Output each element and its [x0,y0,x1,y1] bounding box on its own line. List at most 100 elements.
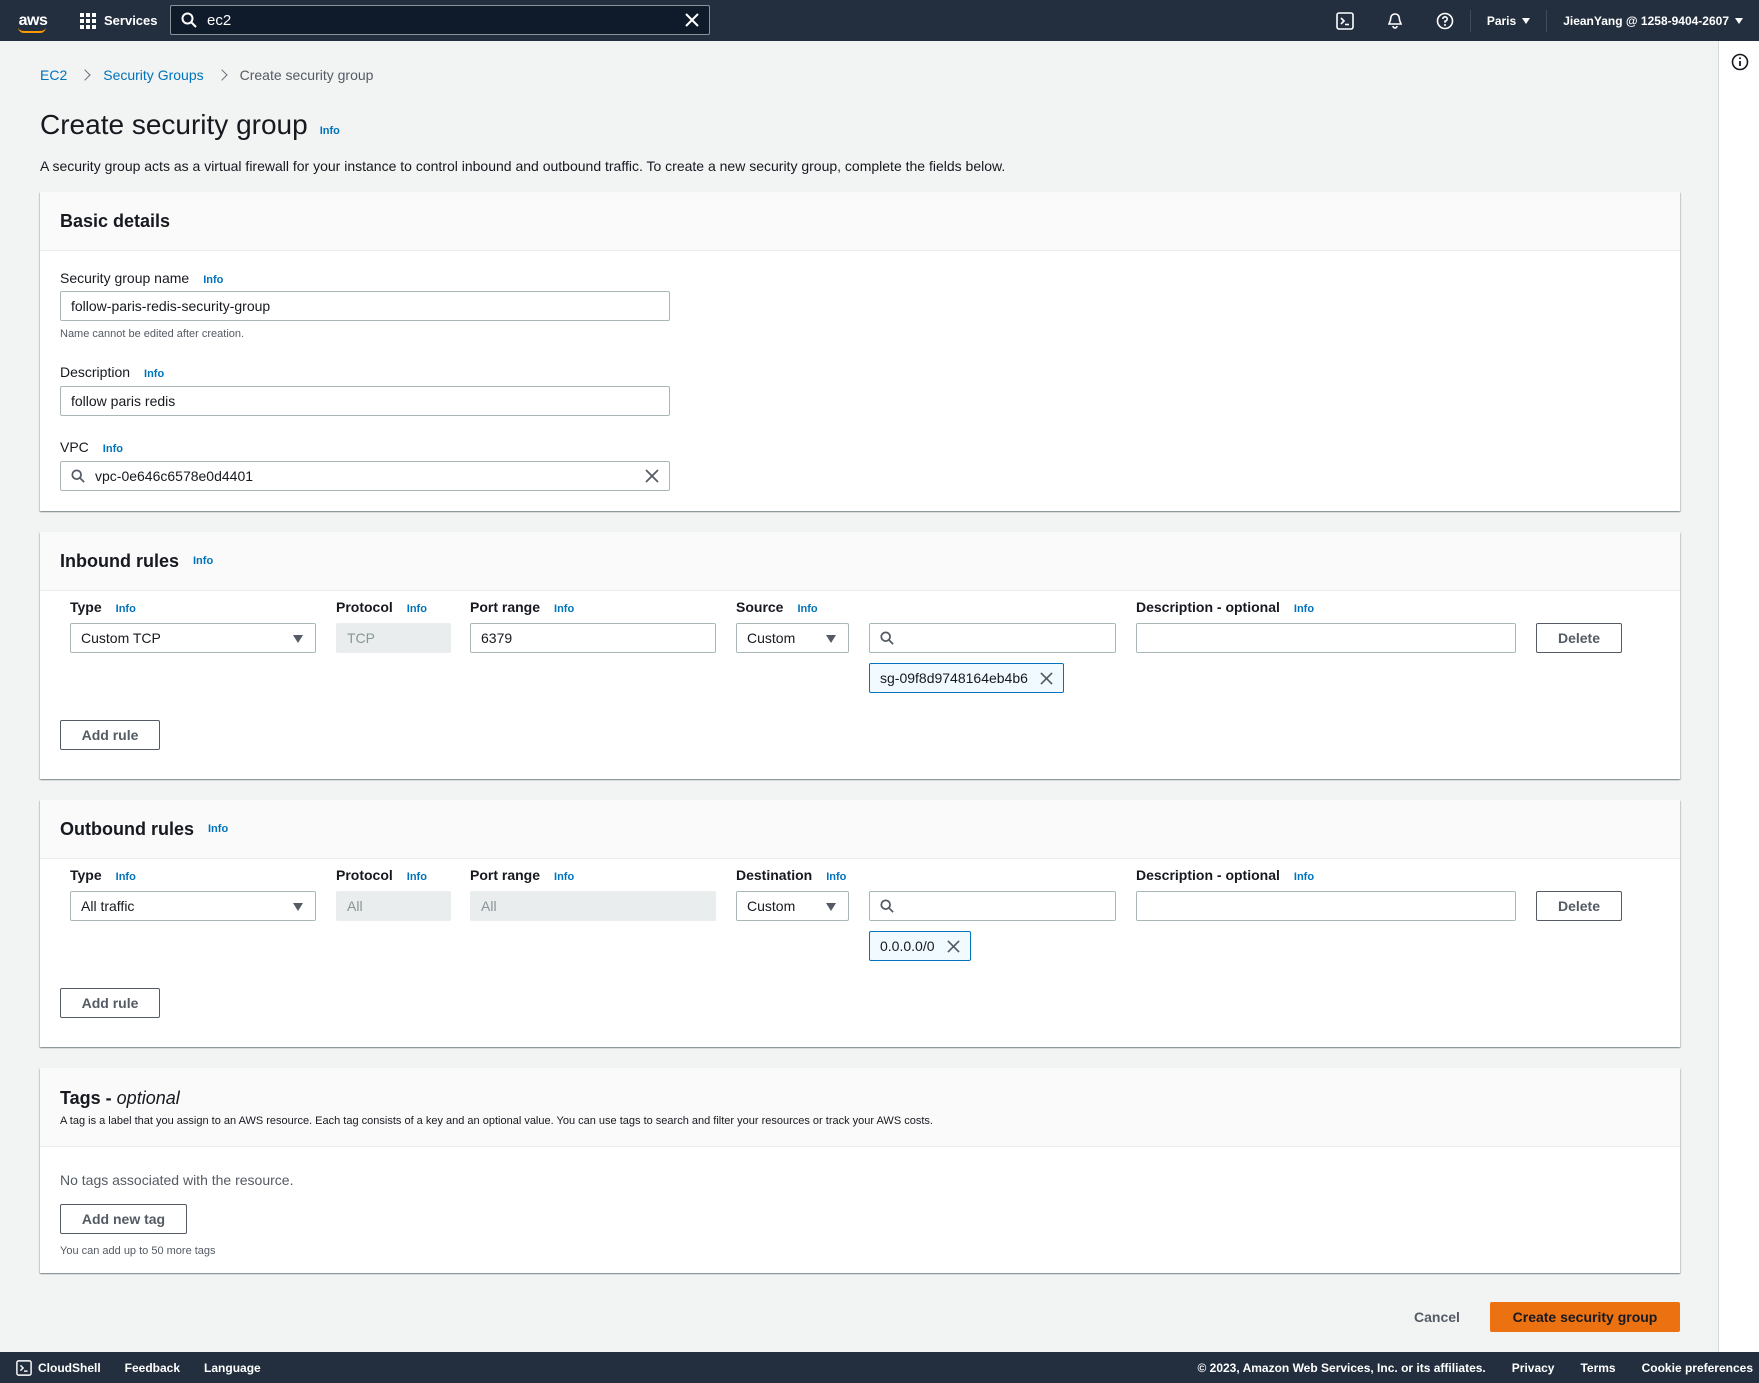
vpc-select-input[interactable]: vpc-0e646c6578e0d4401 [60,461,670,491]
inbound-source-info-link[interactable]: Info [797,603,817,615]
services-menu-button[interactable]: Services [66,0,172,41]
inbound-port-header: Port range Info [470,599,575,615]
terms-link[interactable]: Terms [1580,1361,1615,1375]
cloudshell-button[interactable] [1320,0,1370,41]
feedback-link[interactable]: Feedback [125,1361,180,1375]
outbound-rules-header: Outbound rules Info [40,800,1680,859]
grid-icon [80,12,96,29]
inbound-rules-header: Inbound rules Info [40,532,1680,591]
outbound-protocol-info-link[interactable]: Info [407,871,427,883]
breadcrumb-current: Create security group [239,67,374,83]
help-icon [1436,12,1454,29]
vpc-label-row: VPC Info [60,439,123,455]
inbound-description-input[interactable] [1136,623,1516,653]
outbound-destination-token: 0.0.0.0/0 [869,931,971,961]
outbound-rules-panel: Outbound rules Info Type Info Protocol Inf… [40,800,1680,1047]
remove-token-icon[interactable] [946,939,960,953]
caret-down-icon [826,903,836,911]
aws-smile-icon [18,27,46,33]
search-icon [880,899,894,913]
sg-name-info-link[interactable]: Info [203,274,223,286]
remove-token-icon[interactable] [1040,671,1053,685]
inbound-protocol-header: Protocol Info [336,599,427,615]
chevron-right-icon [79,69,91,81]
top-navigation: aws Services Paris JieanYang @ 1258-9404… [0,0,1759,41]
outbound-description-input[interactable] [1136,891,1516,921]
clear-search-icon[interactable] [685,13,699,27]
global-search-input[interactable] [207,11,675,29]
inbound-source-search-input[interactable] [869,623,1116,653]
clear-vpc-icon[interactable] [645,469,659,483]
account-menu[interactable]: JieanYang @ 1258-9404-2607 [1547,14,1759,28]
outbound-delete-button[interactable]: Delete [1536,891,1622,921]
add-new-tag-button[interactable]: Add new tag [60,1204,187,1234]
caret-down-icon [1735,17,1743,24]
outbound-add-rule-button[interactable]: Add rule [60,988,160,1018]
cancel-button[interactable]: Cancel [1414,1309,1460,1325]
create-security-group-button[interactable]: Create security group [1490,1302,1680,1332]
cloudshell-link[interactable]: CloudShell [16,1359,101,1376]
tags-description: A tag is a label that you assign to an A… [60,1115,933,1127]
inbound-info-link[interactable]: Info [193,555,213,567]
outbound-port-info-link[interactable]: Info [554,871,574,883]
bell-icon [1387,12,1402,29]
region-selector[interactable]: Paris [1471,14,1546,28]
vpc-info-link[interactable]: Info [103,443,123,455]
description-info-link[interactable]: Info [144,368,164,380]
language-link[interactable]: Language [204,1361,261,1375]
outbound-type-header: Type Info [70,867,136,883]
breadcrumb-security-groups[interactable]: Security Groups [103,67,203,83]
inbound-desc-header: Description - optional Info [1136,599,1315,615]
tags-title: Tags - optional [60,1088,180,1108]
bottom-bar-left: CloudShell Feedback Language [0,1359,261,1376]
inbound-source-header: Source Info [736,599,818,615]
breadcrumb-ec2[interactable]: EC2 [40,67,67,83]
aws-logo[interactable]: aws [0,0,66,41]
outbound-protocol-header: Protocol Info [336,867,427,883]
outbound-token-value: 0.0.0.0/0 [880,938,935,954]
inbound-type-select[interactable]: Custom TCP [70,623,316,653]
outbound-type-select[interactable]: All traffic [70,891,316,921]
description-label: Description [60,364,131,380]
sg-name-input[interactable]: follow-paris-redis-security-group [60,291,670,321]
inbound-type-header: Type Info [70,599,136,615]
inbound-protocol-info-link[interactable]: Info [407,603,427,615]
info-panel-icon[interactable] [1731,53,1749,71]
inbound-type-info-link[interactable]: Info [116,603,136,615]
page-title: Create security group [40,109,308,140]
inbound-token-value: sg-09f8d9748164eb4b6 [880,670,1028,686]
outbound-type-info-link[interactable]: Info [116,871,136,883]
inbound-delete-button[interactable]: Delete [1536,623,1622,653]
description-input[interactable]: follow paris redis [60,386,670,416]
basic-details-header: Basic details [40,192,1680,251]
outbound-destination-select[interactable]: Custom [736,891,849,921]
cloudshell-label: CloudShell [38,1360,101,1375]
page-info-link[interactable]: Info [320,125,340,137]
outbound-dest-info-link[interactable]: Info [826,871,846,883]
inbound-rules-title: Inbound rules [60,550,179,571]
inbound-rules-panel: Inbound rules Info Type Info Protocol Info… [40,532,1680,779]
search-icon [71,469,85,483]
caret-down-icon [826,635,836,643]
breadcrumb: EC2 Security Groups Create security grou… [40,67,373,83]
cookie-preferences-link[interactable]: Cookie preferences [1642,1361,1753,1375]
outbound-destination-header: Destination Info [736,867,847,883]
notifications-button[interactable] [1370,0,1420,41]
global-search[interactable] [170,5,710,35]
outbound-port-header: Port range Info [470,867,575,883]
outbound-info-link[interactable]: Info [208,823,228,835]
outbound-destination-search-input[interactable] [869,891,1116,921]
outbound-desc-header: Description - optional Info [1136,867,1315,883]
privacy-link[interactable]: Privacy [1512,1361,1555,1375]
inbound-add-rule-button[interactable]: Add rule [60,720,160,750]
region-label: Paris [1486,13,1517,28]
inbound-source-select[interactable]: Custom [736,623,849,653]
chevron-right-icon [215,69,228,81]
inbound-port-info-link[interactable]: Info [554,603,574,615]
inbound-port-input[interactable]: 6379 [470,623,716,653]
tags-empty-text: No tags associated with the resource. [60,1172,294,1188]
inbound-desc-info-link[interactable]: Info [1294,603,1314,615]
outbound-desc-info-link[interactable]: Info [1294,871,1314,883]
copyright-text: © 2023, Amazon Web Services, Inc. or its… [1197,1360,1486,1375]
help-button[interactable] [1420,0,1470,41]
